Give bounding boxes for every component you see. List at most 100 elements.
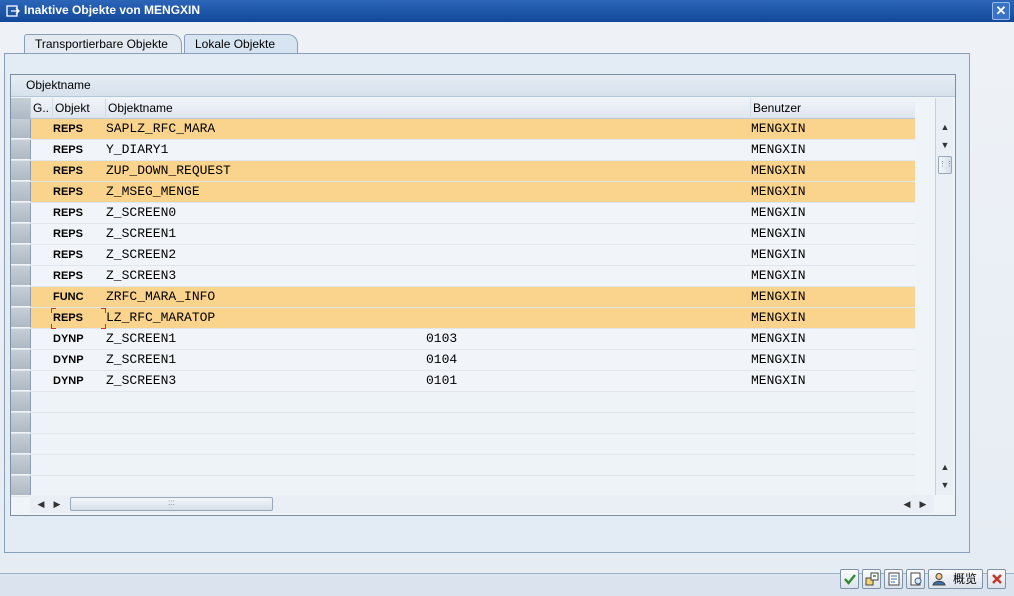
grid-header: G.. Objekt Objektname Benutzer [11,98,915,119]
row-selector[interactable] [11,245,31,265]
table-row[interactable]: REPS Z_MSEG_MENGE MENGXIN [11,182,915,203]
empty-row [11,413,915,434]
cell-objektname: Y_DIARY1 [106,142,169,157]
row-selector[interactable] [11,308,31,328]
cell-objektname: Z_SCREEN1 [106,226,177,241]
row-selector[interactable] [11,203,31,223]
detail-button[interactable] [906,569,925,589]
cell-benutzer: MENGXIN [751,373,806,388]
scroll-thumb[interactable]: ::: [70,497,273,511]
empty-row [11,434,915,455]
row-selector[interactable] [11,413,31,433]
cell-objekt: REPS [53,165,83,177]
cell-objektname: Z_SCREEN2 [106,247,177,262]
vertical-scrollbar[interactable]: ▲ ▼ ⋮⋮ ▲ ▼ [935,98,953,495]
cell-objekt: REPS [53,144,83,156]
table-row[interactable]: DYNP Z_SCREEN1 0103 MENGXIN [11,329,915,350]
column-header-objektname[interactable]: Objektname [106,98,751,119]
check-icon [843,574,856,585]
tab-label: Transportierbare Objekte [35,37,168,51]
cell-benutzer: MENGXIN [751,310,806,325]
scroll-thumb[interactable]: ⋮⋮ [938,156,953,174]
cell-benutzer: MENGXIN [751,289,806,304]
cell-number: 0101 [426,373,458,388]
empty-row [11,476,915,497]
cell-benutzer: MENGXIN [751,184,806,199]
table-row[interactable]: REPS Z_SCREEN2 MENGXIN [11,245,915,266]
user-icon [932,573,946,586]
table-row[interactable]: REPS Z_SCREEN1 MENGXIN [11,224,915,245]
row-selector[interactable] [11,182,31,202]
row-selector[interactable] [11,392,31,412]
row-selector[interactable] [11,287,31,307]
row-selector[interactable] [11,371,31,391]
grid-caption: Objektname [11,75,955,97]
cell-objekt: REPS [53,312,83,324]
table-row[interactable]: FUNC ZRFC_MARA_INFO MENGXIN [11,287,915,308]
scroll-page-up-icon[interactable]: ▲ [938,460,952,474]
cell-number: 0104 [426,352,458,367]
scroll-right-icon[interactable]: ▶ [50,497,64,511]
column-header-g[interactable]: G.. [31,98,53,119]
window-title: Inaktive Objekte von MENGXIN [24,3,201,17]
scroll-up-icon[interactable]: ▲ [938,120,952,134]
cell-objekt: DYNP [53,354,84,366]
table-row[interactable]: REPS Z_SCREEN0 MENGXIN [11,203,915,224]
confirm-button[interactable] [840,569,859,589]
row-selector[interactable] [11,161,31,181]
detail-icon [910,572,921,586]
tab-label: Lokale Objekte [195,37,276,51]
table-row[interactable]: REPS Z_SCREEN3 MENGXIN [11,266,915,287]
table-row[interactable]: DYNP Z_SCREEN1 0104 MENGXIN [11,350,915,371]
display-button[interactable] [884,569,903,589]
column-header-objekt[interactable]: Objekt [53,98,106,119]
table-row[interactable]: DYNP Z_SCREEN3 0101 MENGXIN [11,371,915,392]
cell-objekt: DYNP [53,375,84,387]
close-button[interactable]: ✕ [992,2,1010,20]
activate-button[interactable] [862,569,881,589]
cell-objekt: REPS [53,123,83,135]
column-header-benutzer[interactable]: Benutzer [751,98,915,119]
cell-benutzer: MENGXIN [751,331,806,346]
empty-row [11,455,915,476]
close-icon: ✕ [995,3,1007,18]
cell-objektname: SAPLZ_RFC_MARA [106,121,216,136]
row-selector[interactable] [11,224,31,244]
empty-row [11,392,915,413]
cell-objekt: REPS [53,270,83,282]
row-selector[interactable] [11,434,31,454]
scroll-page-down-icon[interactable]: ▼ [938,478,952,492]
table-row[interactable]: REPS Y_DIARY1 MENGXIN [11,140,915,161]
row-selector[interactable] [11,266,31,286]
cancel-button[interactable] [987,569,1006,589]
overview-button[interactable]: 概览 [928,569,983,589]
row-selector[interactable] [11,350,31,370]
table-row[interactable]: REPS SAPLZ_RFC_MARA MENGXIN [11,119,915,140]
window-icon [6,5,20,17]
row-selector[interactable] [11,476,31,496]
cell-objektname: LZ_RFC_MARATOP [106,310,216,325]
cell-benutzer: MENGXIN [751,205,806,220]
cell-objektname: Z_SCREEN1 [106,352,177,367]
cell-objektname: Z_SCREEN1 [106,331,177,346]
row-selector[interactable] [11,140,31,160]
horizontal-scrollbar[interactable]: ◀ ▶ ::: ◀ ▶ [30,495,934,513]
cell-benutzer: MENGXIN [751,163,806,178]
tab-transportierbare-objekte[interactable]: Transportierbare Objekte [24,34,182,54]
cell-objekt: DYNP [53,333,84,345]
table-row[interactable]: REPS LZ_RFC_MARATOP MENGXIN [11,308,915,329]
row-selector[interactable] [11,455,31,475]
scroll-left-icon[interactable]: ◀ [34,497,48,511]
title-bar: Inaktive Objekte von MENGXIN ✕ [0,0,1014,22]
scroll-page-right-icon[interactable]: ▶ [916,497,930,511]
cell-benutzer: MENGXIN [751,226,806,241]
tab-lokale-objekte[interactable]: Lokale Objekte [184,34,298,54]
scroll-page-left-icon[interactable]: ◀ [900,497,914,511]
select-all-cell[interactable] [11,98,31,119]
cancel-icon [991,574,1002,584]
scroll-down-icon[interactable]: ▼ [938,138,952,152]
row-selector[interactable] [11,329,31,349]
table-row[interactable]: REPS ZUP_DOWN_REQUEST MENGXIN [11,161,915,182]
cell-objekt: REPS [53,207,83,219]
row-selector[interactable] [11,119,31,139]
